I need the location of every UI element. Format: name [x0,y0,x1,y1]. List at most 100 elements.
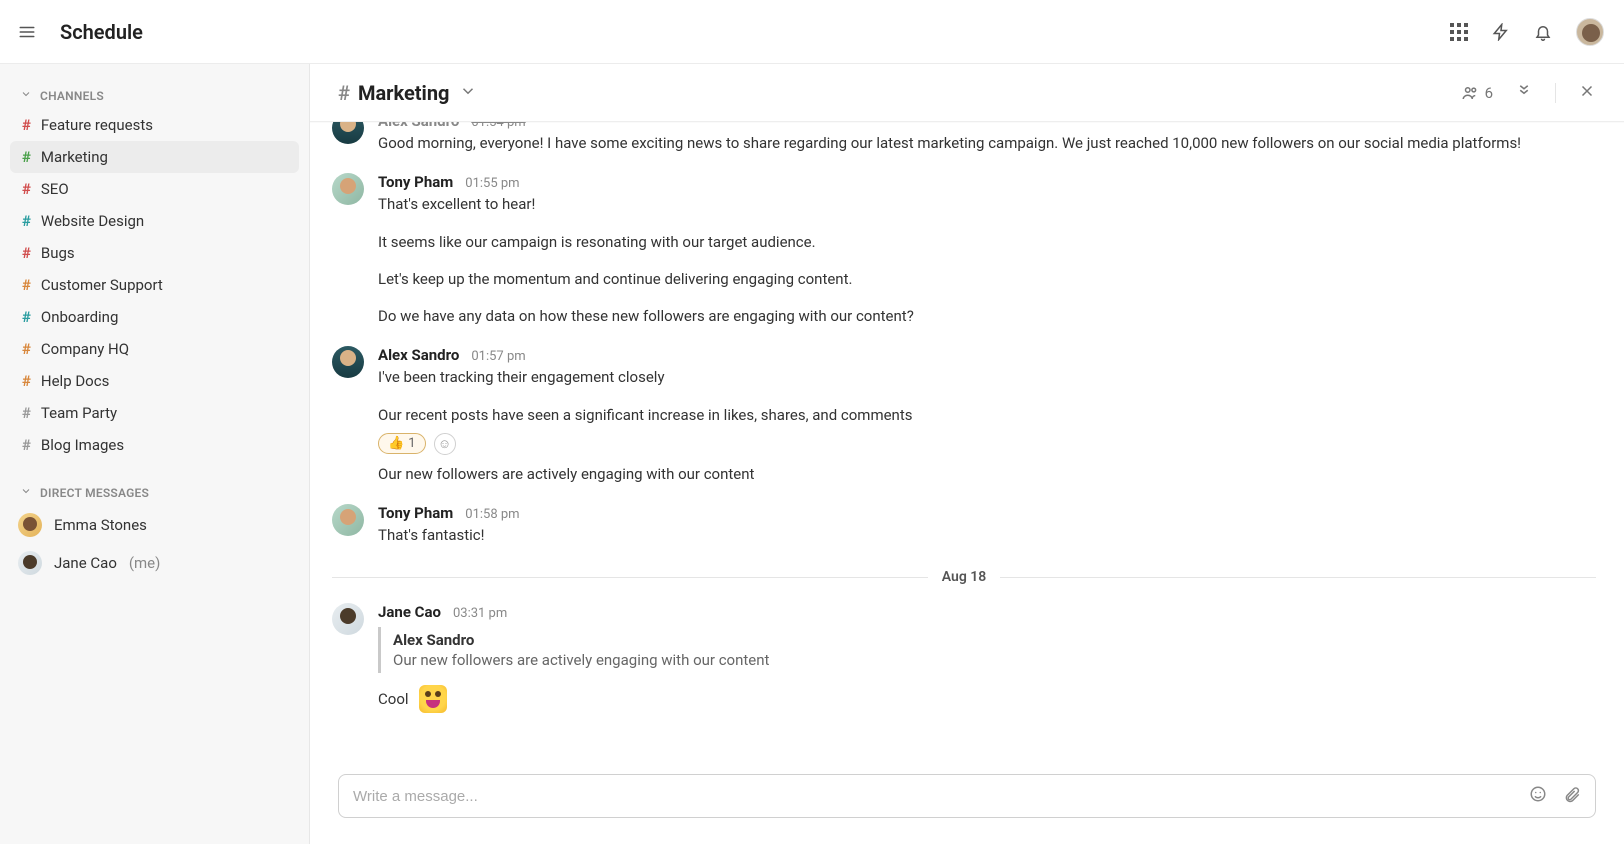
message: Jane Cao 03:31 pm Alex Sandro Our new fo… [332,589,1596,717]
divider [1555,83,1556,103]
channel-item[interactable]: #Help Docs [10,365,299,397]
channel-item[interactable]: # Onboarding [10,301,299,333]
dms-label: DIRECT MESSAGES [40,486,149,500]
menu-icon[interactable] [18,23,36,41]
grinning-emoji-icon [419,685,447,713]
channel-item[interactable]: # Bugs [10,237,299,269]
app-title: Schedule [60,20,143,44]
message: Tony Pham 01:55 pm That's excellent to h… [332,159,1596,332]
channel-item[interactable]: # Blog Images [10,429,299,461]
message-text: It seems like our campaign is resonating… [378,231,1596,254]
message-sender: Alex Sandro [378,122,459,130]
message-text: That's fantastic! [378,524,1596,547]
dm-me-label: (me) [129,554,160,572]
dm-name: Jane Cao [54,554,117,572]
profile-avatar[interactable] [1576,18,1604,46]
members-count: 6 [1485,84,1493,102]
lightning-icon[interactable] [1492,23,1510,41]
dm-item[interactable]: Emma Stones [10,506,299,544]
channel-item[interactable]: # Feature requests [10,109,299,141]
sidebar: CHANNELS # Feature requests # Marketing # SEO… [0,64,310,844]
message-text: Our new followers are actively engaging … [378,463,1596,486]
channels-section-header[interactable]: CHANNELS [10,82,299,109]
date-divider: Aug 18 [332,569,1596,585]
channel-name: Company HQ [41,340,129,358]
channel-title: Marketing [358,81,450,105]
hash-icon: # [22,116,31,134]
hash-icon: # [338,81,350,105]
apps-grid-icon[interactable] [1450,23,1468,41]
channel-item[interactable]: # SEO [10,173,299,205]
hash-icon: # [22,276,31,294]
bell-icon[interactable] [1534,23,1552,41]
channel-item[interactable]: # Website Design [10,205,299,237]
attachment-icon[interactable] [1563,785,1581,807]
avatar [18,551,42,575]
reaction-count: 1 [408,436,415,451]
channel-header: # Marketing 6 [310,64,1624,122]
avatar[interactable] [332,603,364,635]
hash-icon: # [22,340,31,358]
avatar[interactable] [332,504,364,536]
quote-block: Alex Sandro Our new followers are active… [378,627,1596,673]
message-text: That's excellent to hear! [378,193,1596,216]
message-time: 01:58 pm [465,507,519,522]
hash-icon: # [22,212,31,230]
channel-name: Customer Support [41,276,163,294]
message-sender: Tony Pham [378,173,453,191]
add-reaction-button[interactable]: ☺ [434,433,456,455]
members-button[interactable]: 6 [1461,84,1493,102]
channels-label: CHANNELS [40,89,104,103]
channel-dropdown-icon[interactable] [459,82,477,104]
emoji-picker-icon[interactable] [1529,785,1547,807]
avatar[interactable] [332,346,364,378]
channel-name: Website Design [41,212,144,230]
message-time: 01:57 pm [471,349,525,364]
message-composer[interactable] [338,774,1596,818]
reactions: 👍 1 ☺ [378,433,1596,455]
channel-name: Marketing [41,148,108,166]
channel-name: Bugs [41,244,75,262]
dms-section-header[interactable]: DIRECT MESSAGES [10,479,299,506]
dm-item[interactable]: Jane Cao (me) [10,544,299,582]
channel-name: Blog Images [41,436,124,454]
channel-item[interactable]: # Team Party [10,397,299,429]
channel-list: # Feature requests # Marketing # SEO # Website … [10,109,299,461]
channel-item[interactable]: # Company HQ [10,333,299,365]
message-time: 01:54 pm [471,122,525,130]
channel-item[interactable]: # Customer Support [10,269,299,301]
top-bar: Schedule [0,0,1624,64]
reaction-chip[interactable]: 👍 1 [378,433,426,454]
hash-icon: # [22,436,31,454]
hash-icon: # [22,148,31,166]
message-time: 03:31 pm [453,606,507,621]
collapse-icon[interactable] [1515,82,1533,104]
message-input[interactable] [353,788,1529,805]
hash-icon: # [22,404,31,422]
avatar[interactable] [332,173,364,205]
quote-sender: Alex Sandro [393,631,1596,649]
message-text: I've been tracking their engagement clos… [378,366,1596,389]
main-panel: # Marketing 6 [310,64,1624,844]
date-label: Aug 18 [942,569,987,585]
channel-name: Onboarding [41,308,119,326]
hash-icon: # [22,180,31,198]
message-sender: Tony Pham [378,504,453,522]
message: Alex Sandro 01:54 pm Good morning, every… [332,122,1596,159]
channel-name: Team Party [41,404,117,422]
avatar[interactable] [332,122,364,144]
messages-scroll[interactable]: Alex Sandro 01:54 pm Good morning, every… [310,122,1624,760]
message-text: Let's keep up the momentum and continue … [378,268,1596,291]
message-sender: Alex Sandro [378,346,459,364]
channel-name: Feature requests [41,116,153,134]
channel-name: SEO [41,180,69,198]
dm-name: Emma Stones [54,516,147,534]
message-text: Our recent posts have seen a significant… [378,404,1596,427]
close-icon[interactable] [1578,82,1596,104]
message-text: Do we have any data on how these new fol… [378,305,1596,328]
hash-icon: # [22,244,31,262]
channel-item[interactable]: # Marketing [10,141,299,173]
hash-icon: # [22,308,31,326]
quote-text: Our new followers are actively engaging … [393,651,1596,669]
reaction-emoji: 👍 [388,436,404,451]
